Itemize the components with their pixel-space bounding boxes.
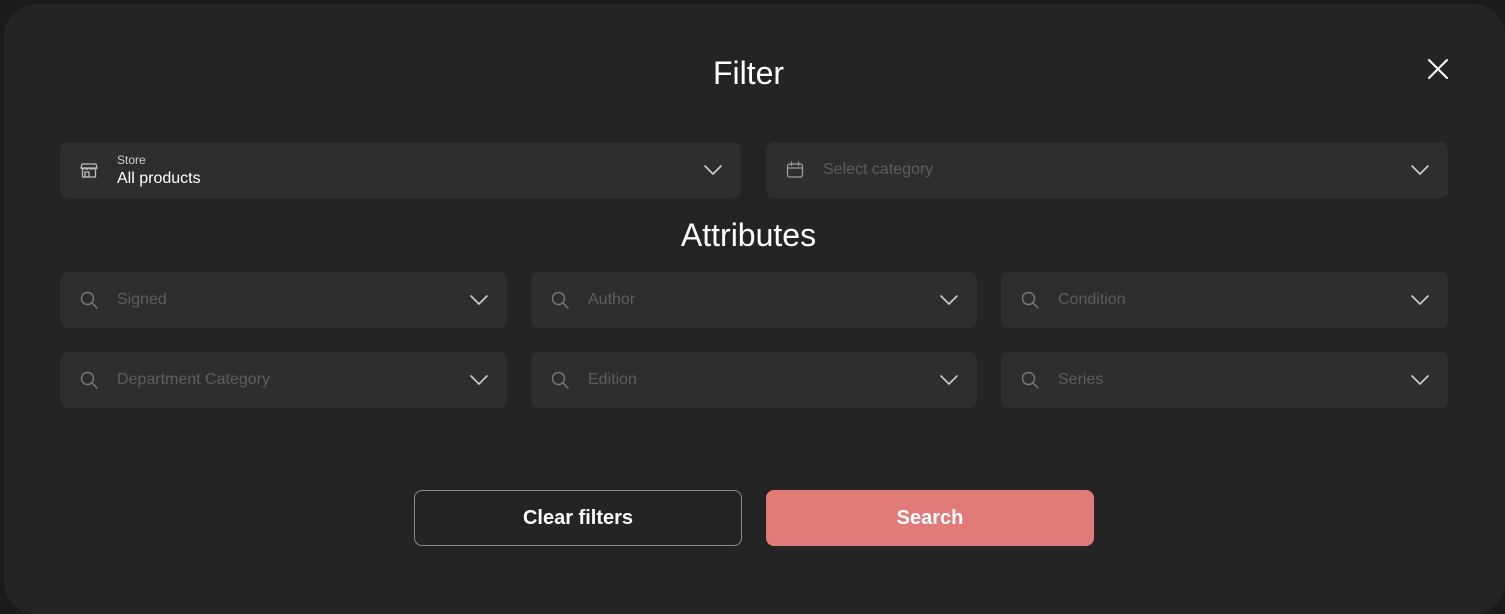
chevron-down-icon	[470, 375, 488, 385]
chevron-down-icon	[704, 165, 722, 175]
close-icon	[1428, 59, 1448, 79]
chevron-down-icon	[1411, 375, 1429, 385]
store-label: Store	[117, 153, 146, 167]
author-placeholder: Author	[588, 291, 636, 308]
edition-select[interactable]: Edition	[531, 352, 977, 408]
search-icon	[551, 371, 569, 389]
department-category-placeholder: Department Category	[117, 371, 270, 388]
signed-placeholder: Signed	[117, 291, 167, 308]
signed-select[interactable]: Signed	[60, 272, 507, 328]
close-button[interactable]	[1422, 53, 1454, 85]
edition-placeholder: Edition	[588, 371, 637, 388]
search-icon	[80, 291, 98, 309]
search-icon	[1021, 371, 1039, 389]
store-value: All products	[117, 170, 201, 187]
series-select[interactable]: Series	[1001, 352, 1448, 408]
chevron-down-icon	[1411, 165, 1429, 175]
store-select[interactable]: Store All products	[60, 142, 741, 198]
chevron-down-icon	[470, 295, 488, 305]
series-placeholder: Series	[1058, 371, 1104, 388]
search-button[interactable]: Search	[766, 490, 1094, 546]
search-icon	[551, 291, 569, 309]
store-icon	[80, 163, 98, 178]
clear-filters-button[interactable]: Clear filters	[414, 490, 742, 546]
chevron-down-icon	[940, 375, 958, 385]
condition-placeholder: Condition	[1058, 291, 1126, 308]
modal-title: Filter	[712, 55, 785, 91]
category-placeholder: Select category	[823, 161, 934, 178]
calendar-icon	[786, 161, 804, 178]
search-icon	[80, 371, 98, 389]
attributes-title: Attributes	[680, 217, 817, 253]
condition-select[interactable]: Condition	[1001, 272, 1448, 328]
chevron-down-icon	[1411, 295, 1429, 305]
author-select[interactable]: Author	[531, 272, 977, 328]
category-select[interactable]: Select category	[766, 142, 1448, 198]
chevron-down-icon	[940, 295, 958, 305]
search-icon	[1021, 291, 1039, 309]
department-category-select[interactable]: Department Category	[60, 352, 507, 408]
